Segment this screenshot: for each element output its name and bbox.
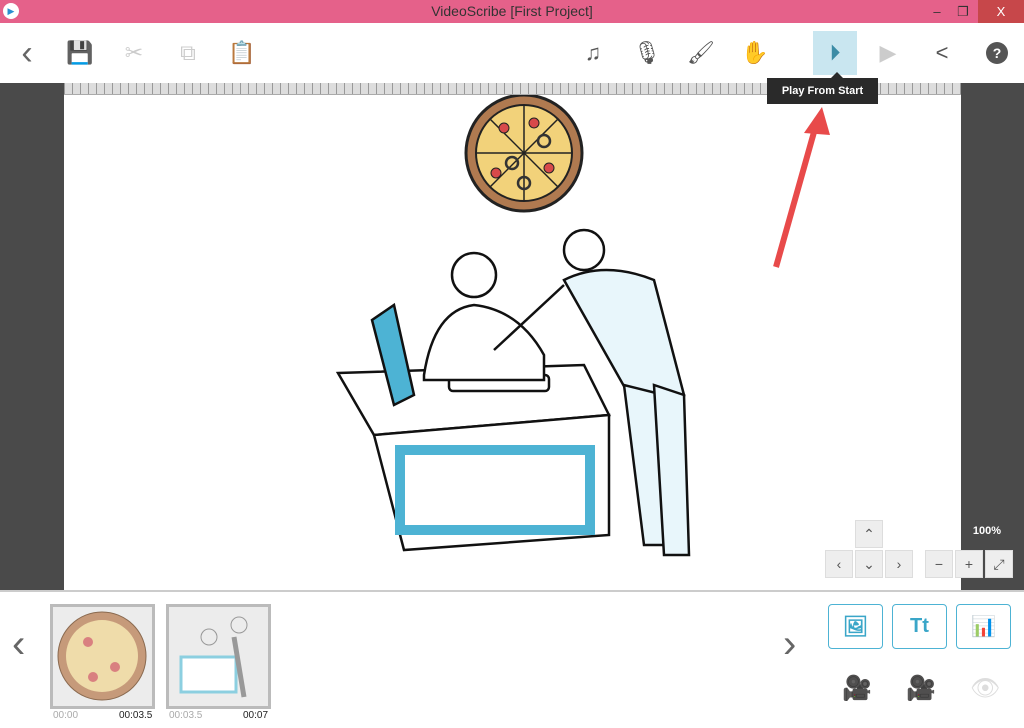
eye-icon[interactable]: 👁: [970, 674, 1000, 703]
cut-icon[interactable]: ✂: [112, 31, 156, 75]
element-start-time: 00:03.5: [169, 710, 203, 721]
zoom-in-button[interactable]: +: [955, 550, 983, 578]
fit-screen-button[interactable]: ⤢: [985, 550, 1013, 578]
play-from-start-button[interactable]: ⏵: [813, 31, 857, 75]
pan-right-button[interactable]: ›: [885, 550, 913, 578]
timeline-prev-button[interactable]: ‹: [12, 622, 25, 667]
microphone-icon[interactable]: 🎙: [625, 31, 669, 75]
save-icon[interactable]: 💾: [58, 31, 102, 75]
play-button[interactable]: ▶: [866, 31, 910, 75]
timeline-next-button[interactable]: ›: [783, 622, 796, 667]
help-icon[interactable]: ?: [986, 42, 1008, 64]
pan-up-button[interactable]: ⌃: [855, 520, 883, 548]
share-icon[interactable]: <: [920, 31, 964, 75]
music-icon[interactable]: ♫: [571, 31, 615, 75]
pan-left-button[interactable]: ‹: [825, 550, 853, 578]
restore-button[interactable]: ❐: [948, 0, 978, 23]
pan-down-button[interactable]: ⌄: [855, 550, 883, 578]
hand-icon[interactable]: ✋: [733, 31, 777, 75]
timeline: ‹ 00:00 00:03.5 00:03.5 00:07 › 🖼 Tt 📊 🎥…: [0, 590, 1024, 728]
canvas-stage: ⌃ ‹ ⌄ › − + ⤢: [0, 83, 1024, 590]
element-end-time: 00:07: [243, 710, 269, 721]
element-start-time: 00:00: [53, 710, 79, 721]
zoom-level: 100%: [962, 517, 1012, 545]
canvas[interactable]: [64, 93, 961, 590]
brush-icon[interactable]: 🖌: [679, 31, 723, 75]
title-bar: ▶ VideoScribe [First Project] – ❐ X: [0, 0, 1024, 23]
add-chart-button[interactable]: 📊: [956, 604, 1011, 649]
scene-illustration: [335, 93, 830, 557]
camera-set-icon[interactable]: 🎥: [842, 674, 872, 703]
copy-icon[interactable]: ⧉: [166, 31, 210, 75]
close-button[interactable]: X: [978, 0, 1024, 23]
element-end-time: 00:03.5: [119, 710, 153, 721]
back-button[interactable]: ‹: [5, 31, 49, 75]
timeline-element-pizza[interactable]: [50, 604, 155, 709]
add-text-button[interactable]: Tt: [892, 604, 947, 649]
red-arrow: [773, 107, 830, 268]
app-logo-icon: ▶: [3, 3, 19, 19]
office-workers-image: [335, 228, 691, 557]
add-image-button[interactable]: 🖼: [828, 604, 883, 649]
camera-clear-icon[interactable]: 🎥: [906, 674, 936, 703]
zoom-out-button[interactable]: −: [925, 550, 953, 578]
window-title: VideoScribe [First Project]: [431, 3, 593, 19]
timeline-element-office[interactable]: [166, 604, 271, 709]
toolbar: ‹ 💾 ✂ ⧉ 📋 ♫ 🎙 🖌 ✋ ⏵ ▶ < ?: [0, 23, 1024, 83]
paste-icon[interactable]: 📋: [220, 31, 264, 75]
tooltip: Play From Start: [767, 72, 878, 104]
pizza-image: [464, 93, 584, 213]
